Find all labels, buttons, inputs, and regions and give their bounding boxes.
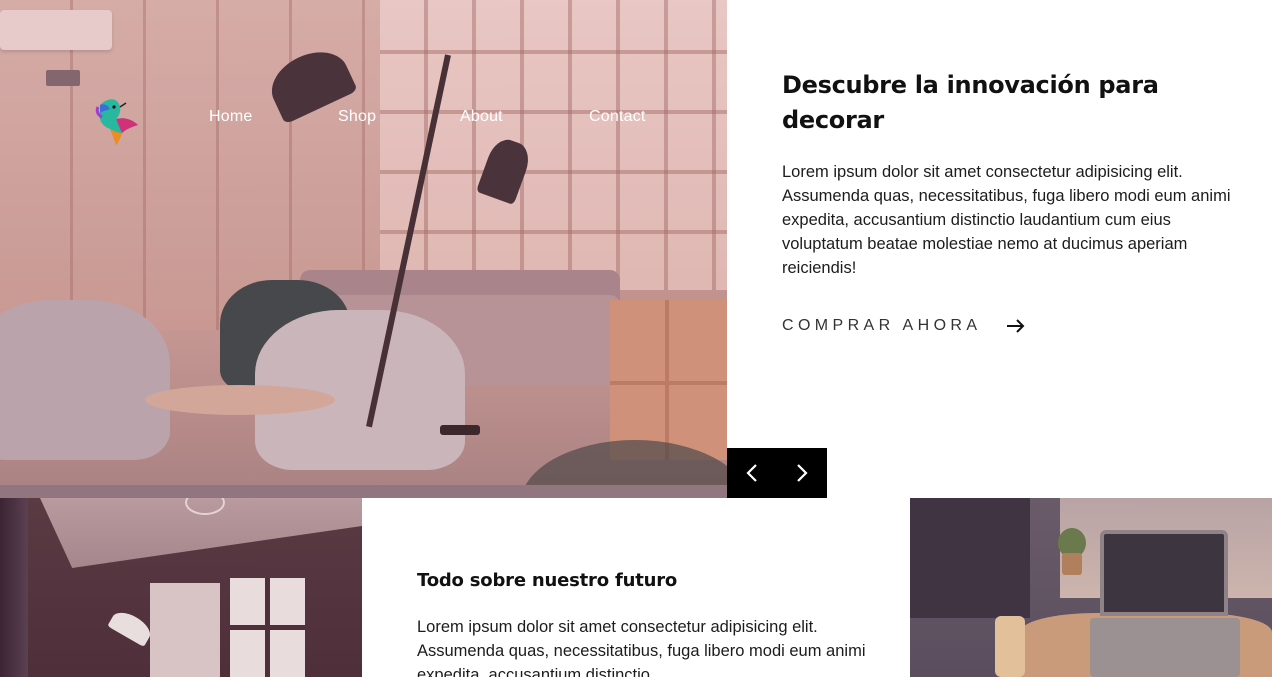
monitor: [910, 498, 1030, 618]
desk-lamp: [107, 606, 155, 648]
nav-link-shop[interactable]: Shop: [338, 108, 376, 126]
chevron-right-icon: [797, 464, 808, 482]
slider-prev-button[interactable]: [727, 448, 777, 498]
hero-title: Descubre la innovación para decorar: [782, 71, 1159, 134]
hero-description: Lorem ipsum dolor sit amet consectetur a…: [782, 163, 1231, 277]
main-nav: Home Shop About Contact: [0, 90, 727, 148]
arrow-right-icon: [1007, 316, 1025, 336]
wall-frames: [230, 578, 305, 677]
shop-now-button[interactable]: COMPRAR AHORA: [782, 316, 1025, 336]
bulb-lamp: [995, 616, 1025, 677]
about-description: Lorem ipsum dolor sit amet consectetur a…: [417, 618, 866, 677]
plant-pot: [1062, 553, 1082, 575]
curtain: [0, 498, 28, 677]
nav-link-about[interactable]: About: [460, 108, 503, 126]
image-tint-overlay: [0, 0, 727, 498]
about-image-bedroom: [0, 498, 362, 677]
hero-image: Home Shop About Contact: [0, 0, 727, 498]
slider-controls: [727, 448, 827, 498]
about-image-workspace: [910, 498, 1272, 677]
room-window: [150, 583, 220, 677]
chevron-left-icon: [746, 464, 757, 482]
about-title: Todo sobre nuestro futuro: [417, 570, 678, 591]
hero-content: Descubre la innovación para decorar Lore…: [782, 68, 1232, 280]
hummingbird-logo-icon[interactable]: [94, 93, 144, 145]
laptop-base: [1090, 618, 1240, 677]
about-content: Todo sobre nuestro futuro Lorem ipsum do…: [417, 570, 867, 677]
laptop: [1100, 530, 1228, 616]
nav-link-home[interactable]: Home: [209, 108, 252, 126]
shop-now-label: COMPRAR AHORA: [782, 317, 982, 334]
nav-link-contact[interactable]: Contact: [589, 108, 646, 126]
slider-next-button[interactable]: [777, 448, 827, 498]
